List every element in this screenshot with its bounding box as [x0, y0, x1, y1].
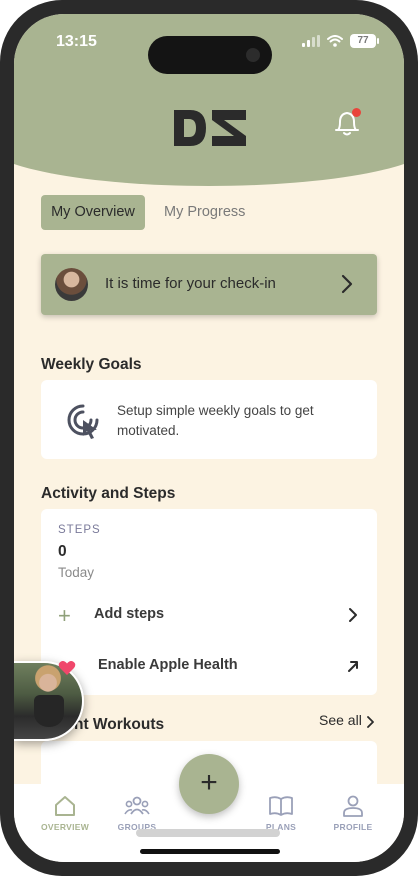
apple-health-label: Enable Apple Health: [98, 657, 238, 673]
tab-my-progress[interactable]: My Progress: [164, 195, 274, 230]
steps-label: STEPS: [58, 524, 101, 536]
plus-icon: +: [58, 603, 71, 628]
notifications-button[interactable]: [332, 106, 362, 138]
home-indicator[interactable]: [140, 849, 280, 854]
avatar: [55, 268, 88, 301]
tab-plans[interactable]: PLANS: [246, 794, 316, 832]
tab-groups[interactable]: GROUPS: [102, 794, 172, 832]
tab-profile-label: PROFILE: [333, 822, 373, 832]
profile-icon: [343, 795, 363, 817]
wifi-icon: [327, 35, 343, 47]
apple-health-row[interactable]: Enable Apple Health: [41, 646, 377, 686]
see-all-link[interactable]: See all: [319, 712, 362, 728]
notification-badge: [352, 108, 361, 117]
checkin-text: It is time for your check-in: [105, 275, 276, 292]
weekly-goals-text: Setup simple weekly goals to get motivat…: [117, 403, 314, 438]
activity-card: STEPS 0 Today + Add steps Enable Apple H…: [41, 509, 377, 695]
scroll-indicator: [136, 829, 280, 837]
app-screen: 13:15 77 My Overview My Progress It is t…: [14, 14, 404, 862]
arrow-up-right-icon: [348, 661, 358, 672]
book-icon: [269, 796, 293, 816]
status-icons: 77: [302, 34, 379, 48]
steps-period: Today: [58, 565, 95, 580]
workouts-title: nt Workouts: [74, 716, 165, 733]
battery-icon: 77: [350, 34, 379, 48]
weekly-goals-title: Weekly Goals: [41, 356, 142, 373]
target-icon: [67, 404, 99, 439]
chevron-right-icon: [367, 716, 374, 728]
tab-my-overview[interactable]: My Overview: [41, 195, 145, 230]
activity-title: Activity and Steps: [41, 485, 176, 502]
phone-frame: 13:15 77 My Overview My Progress It is t…: [0, 0, 418, 876]
heart-icon: [58, 661, 76, 675]
steps-value: 0: [58, 543, 67, 560]
home-icon: [55, 796, 75, 816]
tab-profile[interactable]: PROFILE: [318, 794, 388, 832]
tab-overview-label: OVERVIEW: [40, 822, 90, 832]
dynamic-island: [148, 36, 272, 74]
checkin-card[interactable]: It is time for your check-in: [41, 254, 377, 315]
chevron-right-icon: [349, 608, 357, 622]
weekly-goals-card[interactable]: Setup simple weekly goals to get motivat…: [41, 380, 377, 459]
signal-icon: [302, 35, 320, 47]
tab-overview[interactable]: OVERVIEW: [30, 794, 100, 832]
add-steps-label: Add steps: [94, 606, 165, 622]
groups-icon: [124, 796, 150, 815]
app-logo: [174, 110, 246, 146]
add-steps-row[interactable]: + Add steps: [41, 595, 377, 635]
status-time: 13:15: [56, 33, 97, 50]
add-button[interactable]: +: [179, 754, 239, 814]
chevron-right-icon: [341, 274, 353, 294]
